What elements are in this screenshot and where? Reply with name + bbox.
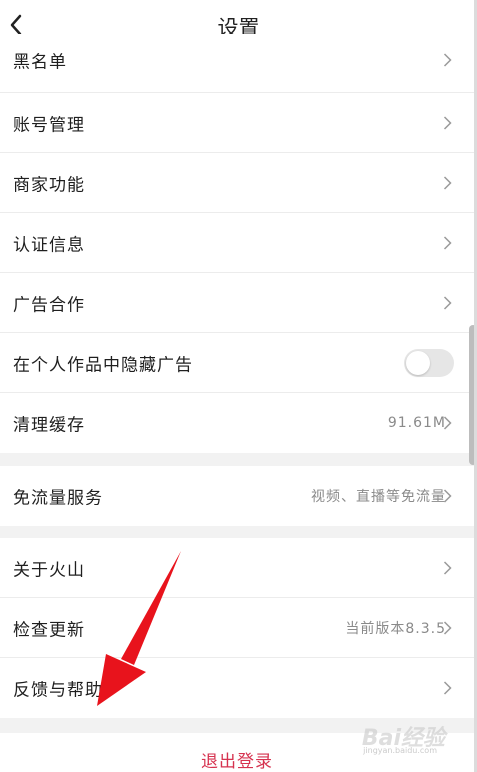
chevron-right-icon	[443, 115, 452, 130]
chevron-right-icon	[443, 416, 452, 430]
settings-group-about: 关于火山 检查更新 当前版本8.3.5 反馈与帮助	[0, 538, 474, 718]
row-label: 反馈与帮助	[13, 680, 103, 701]
row-clear-cache[interactable]: 清理缓存 91.61M	[0, 393, 474, 453]
row-label: 账号管理	[13, 115, 85, 135]
row-label: 免流量服务	[13, 488, 103, 509]
chevron-right-icon	[443, 235, 452, 250]
row-hide-ads: 在个人作品中隐藏广告	[0, 333, 474, 393]
row-label: 黑名单	[13, 52, 67, 73]
chevron-right-icon	[443, 175, 452, 190]
chevron-right-icon	[443, 295, 452, 310]
row-check-update[interactable]: 检查更新 当前版本8.3.5	[0, 598, 474, 658]
row-label: 商家功能	[13, 175, 85, 195]
version-value: 当前版本8.3.5	[345, 620, 446, 637]
row-account-management[interactable]: 账号管理	[0, 93, 474, 153]
row-label: 清理缓存	[13, 415, 85, 436]
chevron-right-icon	[443, 620, 452, 635]
row-free-data-service[interactable]: 免流量服务 视频、直播等免流量	[0, 466, 474, 526]
hide-ads-toggle[interactable]	[404, 348, 454, 377]
free-data-value: 视频、直播等免流量	[311, 489, 446, 505]
row-ad-cooperation[interactable]: 广告合作	[0, 273, 474, 333]
chevron-right-icon	[443, 681, 452, 695]
row-verification-info[interactable]: 认证信息	[0, 213, 474, 273]
row-label: 广告合作	[13, 295, 85, 315]
row-merchant-functions[interactable]: 商家功能	[0, 153, 474, 213]
chevron-right-icon	[443, 489, 452, 503]
row-feedback-help[interactable]: 反馈与帮助	[0, 658, 474, 718]
row-label: 检查更新	[13, 620, 85, 640]
settings-group-main: 黑名单 账号管理 商家功能 认证信息 广告合作 在个人作品中隐藏广告 清理缓存 …	[0, 34, 474, 453]
watermark-url: jingyan.baidu.com	[363, 746, 437, 755]
settings-group-data: 免流量服务 视频、直播等免流量	[0, 466, 474, 526]
chevron-right-icon	[443, 560, 452, 575]
chevron-right-icon	[443, 53, 452, 67]
row-label: 在个人作品中隐藏广告	[13, 355, 193, 375]
row-label: 关于火山	[13, 560, 85, 580]
row-about-huoshan[interactable]: 关于火山	[0, 538, 474, 598]
row-label: 认证信息	[13, 235, 85, 255]
toggle-knob	[406, 350, 430, 375]
cache-size-value: 91.61M	[387, 415, 446, 431]
row-blacklist[interactable]: 黑名单	[0, 34, 474, 93]
